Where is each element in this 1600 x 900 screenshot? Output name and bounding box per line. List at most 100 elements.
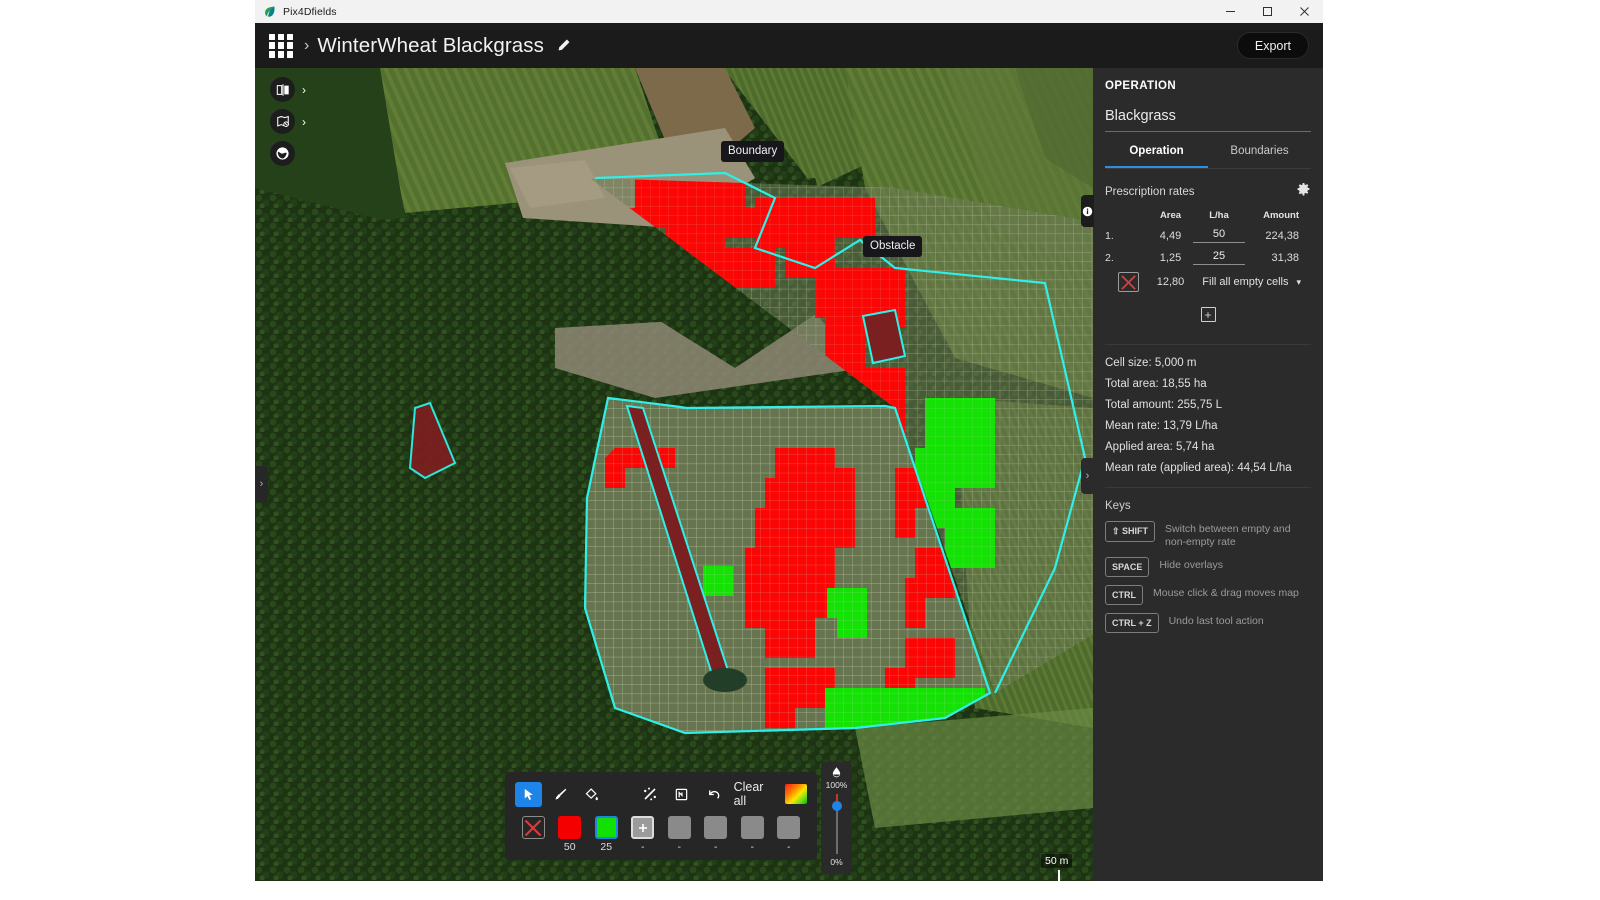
operation-statistics: Cell size: 5,000 m Total area: 18,55 ha … — [1105, 344, 1311, 474]
scale-bar-label: 50 m — [1041, 854, 1072, 868]
window-title-bar: Pix4Dfields — [255, 0, 1323, 23]
map-layers-icon[interactable] — [270, 109, 295, 134]
stat-total-amount: Total amount: 255,75 L — [1105, 399, 1311, 411]
rate-swatch-1-label: 50 — [564, 842, 576, 854]
split-view-glyph — [276, 83, 290, 97]
magic-wand-tool[interactable] — [636, 782, 663, 807]
key-cap-ctrl: CTRL — [1105, 585, 1143, 605]
operation-name-field[interactable]: Blackgrass — [1105, 92, 1311, 132]
map-canvas[interactable]: › › — [255, 68, 1093, 881]
add-rate-swatch-cell: - — [625, 816, 662, 854]
export-button[interactable]: Export — [1237, 32, 1309, 59]
map-layers-glyph — [276, 115, 290, 129]
droplet-opacity-icon — [830, 766, 843, 779]
info-button[interactable] — [1081, 195, 1094, 227]
key-cap-ctrl-z: CTRL + Z — [1105, 613, 1159, 633]
tab-operation[interactable]: Operation — [1105, 132, 1208, 168]
color-ramp-swatch[interactable] — [785, 784, 807, 804]
add-rate-button[interactable]: + — [1201, 307, 1216, 322]
split-view-icon[interactable] — [270, 77, 295, 102]
split-view-chevron-icon[interactable]: › — [302, 84, 306, 96]
map-layers-chevron-icon[interactable]: › — [302, 116, 306, 128]
rate-row-1-area: 4,49 — [1148, 230, 1193, 242]
add-rate-swatch[interactable] — [631, 816, 654, 839]
minimize-button[interactable] — [1212, 0, 1249, 23]
opacity-thumb[interactable] — [832, 801, 842, 811]
app-grid-button[interactable] — [268, 33, 294, 59]
page-title: WinterWheat Blackgrass — [317, 34, 544, 58]
rate-swatch-empty-1-cell: - — [661, 816, 698, 854]
undo-arrow-icon — [706, 787, 721, 802]
table-row: 2. 1,25 25 31,38 — [1105, 250, 1311, 265]
rate-swatch-empty-3[interactable] — [741, 816, 764, 839]
key-desc-ctrl: Mouse click & drag moves map — [1153, 585, 1299, 600]
table-row: 1. 4,49 50 224,38 — [1105, 228, 1311, 243]
settings-gear-icon[interactable] — [1296, 182, 1311, 202]
rate-swatch-2[interactable] — [595, 816, 618, 839]
rate-row-2-index: 2. — [1105, 252, 1118, 264]
prescription-rates-header: Prescription rates — [1093, 169, 1323, 202]
section-heading: OPERATION — [1093, 68, 1323, 92]
scale-bar-line — [1058, 870, 1060, 881]
magic-wand-icon — [642, 786, 658, 802]
brush-tool[interactable] — [547, 782, 574, 807]
rate-row-2-amount: 31,38 — [1245, 252, 1299, 264]
key-desc-shift: Switch between empty and non-empty rate — [1165, 521, 1311, 549]
key-desc-space: Hide overlays — [1159, 557, 1223, 572]
column-header-rate: L/ha — [1193, 210, 1245, 221]
opacity-min-label: 0% — [830, 857, 842, 867]
rate-swatch-empty-3-cell: - — [734, 816, 771, 854]
key-shortcut-row: CTRL Mouse click & drag moves map — [1105, 585, 1311, 605]
table-header-row: Area L/ha Amount — [1105, 210, 1311, 221]
rate-swatch-1[interactable] — [558, 816, 581, 839]
column-header-amount: Amount — [1245, 210, 1299, 221]
clear-all-button[interactable]: Clear all — [734, 780, 780, 808]
empty-cells-row: 12,80 Fill all empty cells ▾ — [1105, 272, 1311, 292]
prescription-rates-title: Prescription rates — [1105, 186, 1194, 198]
rate-swatch-empty-4[interactable] — [777, 816, 800, 839]
rate-swatch-empty-2[interactable] — [704, 816, 727, 839]
minimize-icon — [1225, 6, 1236, 17]
obstacle-label: Obstacle — [863, 236, 922, 257]
breadcrumb-separator: › — [304, 37, 309, 55]
pencil-edit-icon[interactable] — [556, 38, 571, 53]
map-scale-bar: 50 m — [1041, 851, 1072, 881]
split-view-row: › — [270, 77, 306, 102]
maximize-button[interactable] — [1249, 0, 1286, 23]
sidebar-collapse-handle[interactable]: › — [1081, 458, 1094, 494]
globe-basemap-icon[interactable] — [270, 141, 295, 166]
key-shortcut-row: SPACE Hide overlays — [1105, 557, 1311, 577]
window-controls — [1212, 0, 1323, 23]
left-panel-collapse-handle[interactable]: › — [255, 466, 268, 502]
opacity-track[interactable] — [836, 794, 838, 854]
maximize-icon — [1262, 6, 1273, 17]
rate-swatch-2-label: 25 — [600, 842, 612, 854]
column-header-area: Area — [1148, 210, 1193, 221]
map-tools-group: › › — [270, 77, 306, 173]
key-shortcut-row: ⇧ SHIFT Switch between empty and non-emp… — [1105, 521, 1311, 549]
fill-tool[interactable] — [579, 782, 606, 807]
select-tool[interactable] — [515, 782, 542, 807]
empty-cells-area: 12,80 — [1148, 276, 1193, 288]
cursor-arrow-icon — [521, 787, 536, 802]
rate-row-2-rate-input[interactable]: 25 — [1193, 250, 1245, 265]
key-desc-ctrl-z: Undo last tool action — [1169, 613, 1264, 628]
application-window: Pix4Dfields › WinterWheat Blackgrass Exp… — [255, 0, 1323, 881]
file-tool[interactable] — [668, 782, 695, 807]
rate-row-1-rate-input[interactable]: 50 — [1193, 228, 1245, 243]
stat-applied-area: Applied area: 5,74 ha — [1105, 441, 1311, 453]
undo-tool[interactable] — [700, 782, 727, 807]
empty-cells-swatch-sidebar[interactable] — [1118, 272, 1139, 292]
operation-sidebar: › OPERATION Blackgrass Operation Boundar… — [1093, 68, 1323, 881]
pencil-glyph — [556, 38, 571, 53]
rate-swatch-empty-1[interactable] — [668, 816, 691, 839]
pix4d-leaf-logo-icon — [263, 5, 276, 18]
empty-cells-swatch[interactable] — [522, 816, 545, 839]
stat-mean-rate-applied: Mean rate (applied area): 44,54 L/ha — [1105, 462, 1311, 474]
opacity-slider-widget[interactable]: 100% 0% — [821, 762, 852, 874]
plus-icon — [636, 821, 650, 835]
tab-boundaries[interactable]: Boundaries — [1208, 132, 1311, 168]
rate-row-2-area: 1,25 — [1148, 252, 1193, 264]
close-button[interactable] — [1286, 0, 1323, 23]
fill-empty-cells-select[interactable]: Fill all empty cells ▾ — [1193, 276, 1301, 288]
